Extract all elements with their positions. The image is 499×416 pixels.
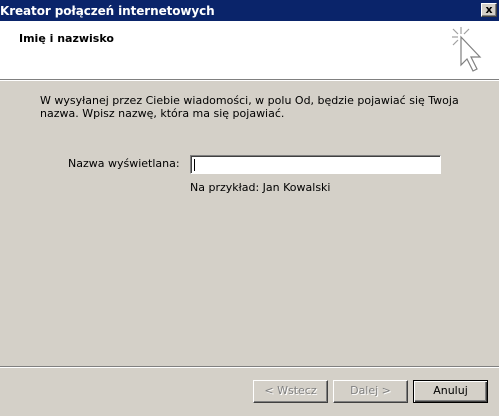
next-button[interactable]: Dalej > (333, 380, 408, 403)
close-button[interactable]: x (481, 3, 497, 17)
wizard-header: Imię i nazwisko (0, 21, 499, 81)
window-title: Kreator połączeń internetowych (0, 3, 215, 18)
display-name-input[interactable] (190, 155, 441, 174)
text-caret (194, 159, 195, 171)
example-text: Na przykład: Jan Kowalski (190, 181, 331, 194)
title-bar: Kreator połączeń internetowych x (0, 0, 499, 21)
wizard-content: W wysyłanej przez Ciebie wiadomości, w p… (0, 82, 499, 364)
wizard-cursor-icon (452, 27, 482, 72)
description-text: W wysyłanej przez Ciebie wiadomości, w p… (40, 94, 459, 120)
back-button[interactable]: < Wstecz (253, 380, 328, 403)
close-icon: x (485, 3, 493, 16)
footer-separator (0, 366, 499, 368)
display-name-label: Nazwa wyświetlana: (68, 157, 180, 170)
page-title: Imię i nazwisko (19, 32, 114, 45)
cancel-button[interactable]: Anuluj (413, 380, 488, 403)
